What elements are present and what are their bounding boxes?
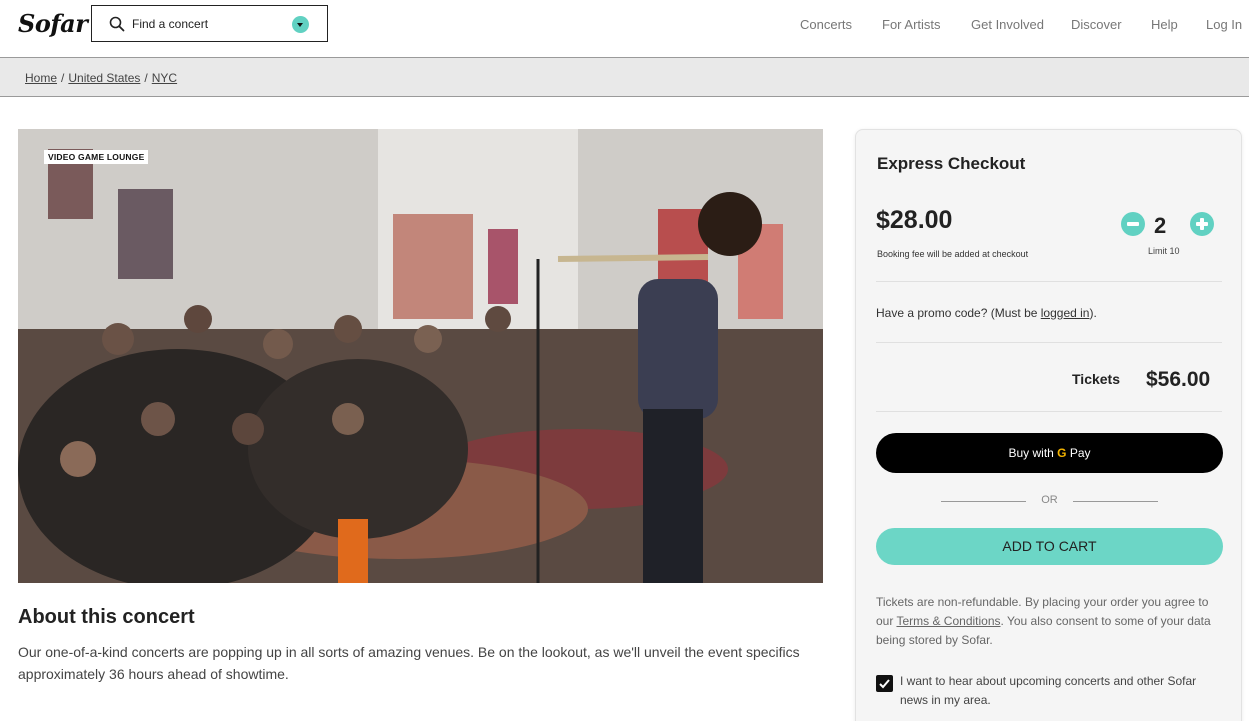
tickets-label: Tickets xyxy=(1072,371,1120,387)
decrease-quantity-button[interactable] xyxy=(1121,212,1145,236)
newsletter-label[interactable]: I want to hear about upcoming concerts a… xyxy=(900,672,1220,710)
quantity-limit: Limit 10 xyxy=(1148,246,1180,256)
about-heading: About this concert xyxy=(18,606,195,628)
sofar-logo[interactable]: Sofar xyxy=(18,9,88,38)
breadcrumb-nyc[interactable]: NYC xyxy=(152,71,177,85)
nav-concerts[interactable]: Concerts xyxy=(800,17,852,32)
nav-get-involved[interactable]: Get Involved xyxy=(971,17,1044,32)
nav-discover[interactable]: Discover xyxy=(1071,17,1122,32)
nav-for-artists[interactable]: For Artists xyxy=(882,17,941,32)
express-checkout-card: Express Checkout $28.00 Booking fee will… xyxy=(855,129,1242,721)
nav-log-in[interactable]: Log In xyxy=(1206,17,1242,32)
divider xyxy=(876,281,1222,282)
add-to-cart-button[interactable]: ADD TO CART xyxy=(876,528,1223,565)
about-description: Our one-of-a-kind concerts are popping u… xyxy=(18,644,800,682)
or-separator: OR xyxy=(941,494,1158,510)
google-pay-button[interactable]: Buy with G Pay xyxy=(876,433,1223,473)
breadcrumb-home[interactable]: Home xyxy=(25,71,57,85)
terms-link[interactable]: Terms & Conditions xyxy=(896,614,1000,628)
concert-photo-illustration xyxy=(18,129,823,583)
promo-code-note: Have a promo code? (Must be logged in). xyxy=(876,306,1097,320)
nav-help[interactable]: Help xyxy=(1151,17,1178,32)
divider xyxy=(876,411,1222,412)
tickets-total: $56.00 xyxy=(1146,368,1211,391)
terms-notice: Tickets are non-refundable. By placing y… xyxy=(876,595,1211,647)
venue-type-badge: VIDEO GAME LOUNGE xyxy=(44,150,149,164)
concert-search[interactable]: Find a concert xyxy=(91,5,328,42)
search-placeholder[interactable]: Find a concert xyxy=(132,17,208,31)
chevron-down-icon[interactable] xyxy=(292,16,309,33)
increase-quantity-button[interactable] xyxy=(1190,212,1214,236)
booking-fee-note: Booking fee will be added at checkout xyxy=(877,249,1029,259)
google-g-icon: G xyxy=(1057,446,1067,460)
checkmark-icon xyxy=(879,679,890,689)
checkout-title: Express Checkout xyxy=(877,154,1026,173)
ticket-price: $28.00 xyxy=(876,206,953,234)
quantity-value: 2 xyxy=(1154,213,1167,238)
newsletter-checkbox[interactable] xyxy=(876,675,893,692)
divider xyxy=(876,342,1222,343)
breadcrumb-united-states[interactable]: United States xyxy=(68,71,140,85)
breadcrumb-bar: Home / United States / NYC xyxy=(0,57,1249,97)
search-icon xyxy=(109,16,125,32)
site-header: Sofar Find a concert Concerts For Artist… xyxy=(0,0,1249,52)
breadcrumb: Home / United States / NYC xyxy=(25,71,178,85)
concert-photo xyxy=(18,129,823,583)
login-link[interactable]: logged in xyxy=(1041,306,1090,320)
